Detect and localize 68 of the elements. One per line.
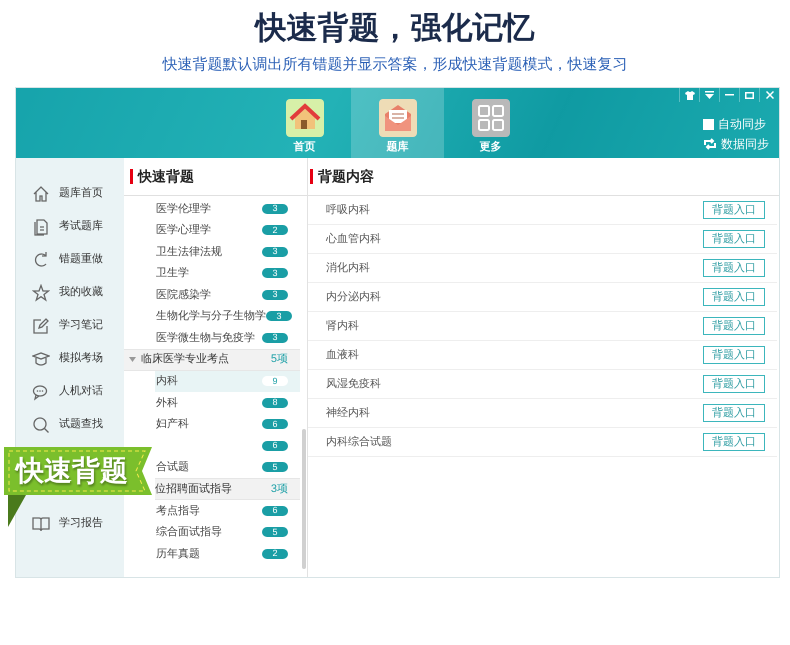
star-icon bbox=[32, 284, 50, 302]
count-badge: 5 bbox=[262, 462, 288, 472]
graduation-cap-icon bbox=[32, 350, 50, 368]
list-item[interactable]: 卫生法律法规 3 bbox=[155, 241, 300, 262]
sidebar-item[interactable]: 人机对话 bbox=[16, 375, 124, 408]
group-row[interactable]: 临床医学专业考点 5项 bbox=[124, 348, 300, 370]
ribbon-text: 快速背题 bbox=[16, 454, 128, 488]
list-item[interactable]: 医学微生物与免疫学 3 bbox=[155, 327, 300, 348]
count-badge: 3 bbox=[262, 290, 288, 300]
list-item[interactable]: 卫生学 3 bbox=[155, 262, 300, 284]
count-badge: 6 bbox=[262, 419, 288, 430]
sidebar-item[interactable]: 模拟考场 bbox=[16, 342, 124, 375]
list-item[interactable]: 综合面试指导 5 bbox=[155, 522, 300, 543]
group-row[interactable]: 位招聘面试指导 3项 bbox=[155, 478, 300, 500]
panel-title: 快速背题 bbox=[138, 167, 194, 186]
row-label: 血液科 bbox=[326, 348, 360, 363]
sidebar-item[interactable]: 题库首页 bbox=[16, 177, 124, 210]
list-item[interactable]: 内科 9 bbox=[155, 370, 300, 392]
count-badge: 8 bbox=[262, 398, 288, 408]
sidebar-item[interactable]: 错题重做 bbox=[16, 243, 124, 276]
row-label: 呼吸内科 bbox=[326, 202, 371, 218]
book-icon bbox=[32, 514, 50, 532]
list-item[interactable]: 历年真题 2 bbox=[155, 543, 300, 564]
sidebar-item[interactable]: 试题查找 bbox=[16, 408, 124, 441]
list-item[interactable]: 考点指导 6 bbox=[155, 500, 300, 522]
sidebar-item[interactable]: 学习报告 bbox=[16, 507, 124, 540]
row-label: 内分泌内科 bbox=[326, 290, 382, 305]
home-icon bbox=[32, 184, 50, 202]
grid-icon bbox=[472, 99, 510, 137]
house-icon bbox=[286, 99, 324, 137]
count-badge: 6 bbox=[262, 506, 288, 516]
row-label: 消化内科 bbox=[326, 260, 371, 276]
row-label: 风湿免疫科 bbox=[326, 376, 382, 392]
count-badge: 3 bbox=[262, 332, 288, 343]
count-badge: 5 bbox=[262, 527, 288, 538]
sidebar-item[interactable]: 考试题库 bbox=[16, 210, 124, 243]
row-label: 神经内科 bbox=[326, 406, 371, 421]
page-title: 快速背题，强化记忆 bbox=[256, 9, 534, 47]
list-item[interactable]: 生物化学与分子生物学 3 bbox=[155, 306, 300, 327]
count-badge: 2 bbox=[262, 225, 288, 236]
list-item[interactable]: 妇产科 6 bbox=[155, 414, 300, 435]
list-item[interactable]: 医学伦理学 3 bbox=[155, 198, 300, 220]
list-item[interactable]: 医学心理学 2 bbox=[155, 220, 300, 241]
document-icon bbox=[32, 218, 50, 236]
row-label: 肾内科 bbox=[326, 318, 360, 334]
count-badge: 2 bbox=[262, 548, 288, 559]
pencil-icon bbox=[32, 316, 50, 334]
row-label: 心血管内科 bbox=[326, 232, 382, 247]
count-badge: 3 bbox=[266, 311, 292, 322]
auto-sync-label: 自动同步 bbox=[718, 116, 766, 133]
sidebar-item[interactable]: 学习笔记 bbox=[16, 309, 124, 342]
page-subtitle: 快速背题默认调出所有错题并显示答案，形成快速背题模式，快速复习 bbox=[162, 55, 628, 75]
count-badge: 3 bbox=[262, 268, 288, 278]
count-badge: 3 bbox=[262, 204, 288, 214]
count-badge: 9 bbox=[262, 376, 288, 386]
list-item[interactable]: 医院感染学 3 bbox=[155, 284, 300, 306]
checkbox[interactable] bbox=[703, 118, 714, 130]
sidebar-item[interactable]: 我的收藏 bbox=[16, 276, 124, 309]
sync-icon[interactable] bbox=[703, 138, 717, 150]
count-badge: 3 bbox=[262, 246, 288, 257]
search-icon bbox=[32, 416, 50, 434]
panel-title: 背题内容 bbox=[318, 167, 374, 186]
chat-icon bbox=[32, 382, 50, 400]
count-badge: 6 bbox=[262, 440, 288, 451]
row-label: 内科综合试题 bbox=[326, 434, 393, 450]
list-item[interactable]: 合试题 5 bbox=[155, 456, 300, 478]
envelope-icon bbox=[378, 99, 416, 137]
list-item[interactable]: 外科 8 bbox=[155, 392, 300, 414]
